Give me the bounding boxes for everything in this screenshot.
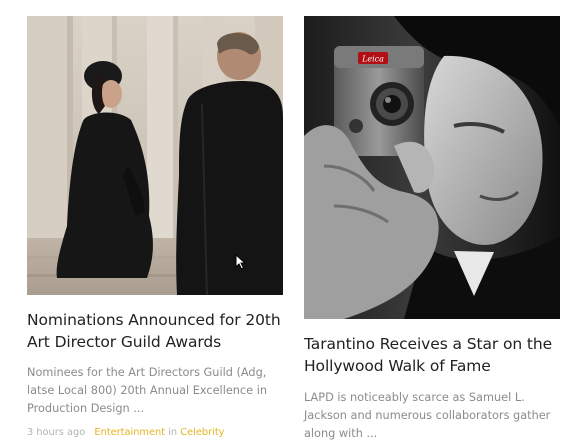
subcategory-link[interactable]: Celebrity <box>180 427 224 438</box>
article-excerpt: LAPD is noticeably scarce as Samuel L. J… <box>304 391 551 440</box>
article-meta: 3 hours ago Entertainment in Celebrity <box>27 426 283 440</box>
article-title[interactable]: Nominations Announced for 20th Art Direc… <box>27 309 283 353</box>
article-card: Leica Tarantino Receives a Star on the H… <box>304 16 560 443</box>
article-card: Nominations Announced for 20th Art Direc… <box>27 16 283 440</box>
mouse-cursor-icon <box>235 254 247 270</box>
article-title[interactable]: Tarantino Receives a Star on the Hollywo… <box>304 333 560 377</box>
camera-brand-text: Leica <box>361 55 384 64</box>
article-excerpt: Nominees for the Art Directors Guild (Ad… <box>27 366 267 415</box>
article-image: Leica <box>304 16 560 319</box>
category-link[interactable]: Entertainment <box>94 427 165 438</box>
article-thumbnail[interactable]: Leica <box>304 16 560 319</box>
article-time: 3 hours ago <box>27 427 86 438</box>
meta-in-word: in <box>168 427 178 438</box>
